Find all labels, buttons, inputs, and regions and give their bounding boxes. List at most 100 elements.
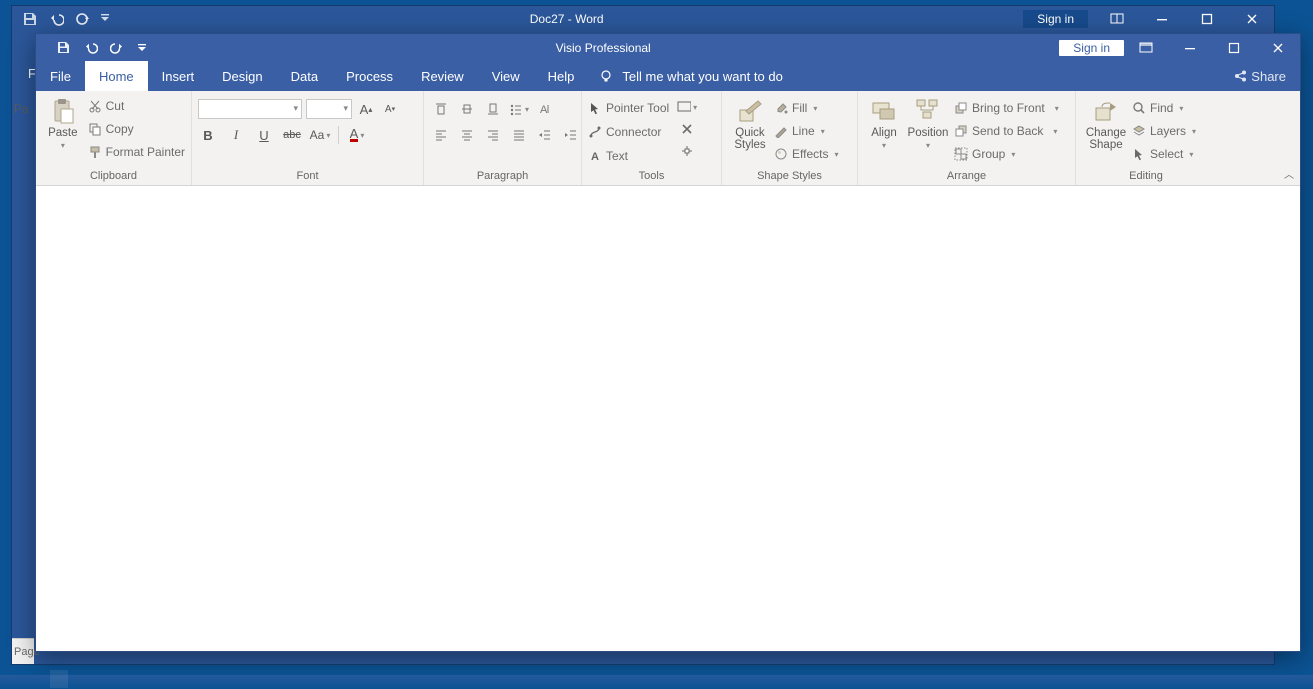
layers-button[interactable]: Layers	[1132, 120, 1196, 142]
tab-design[interactable]: Design	[208, 61, 276, 91]
justify-button[interactable]	[508, 125, 530, 145]
align-icon	[870, 97, 898, 125]
tab-review[interactable]: Review	[407, 61, 478, 91]
font-name-combo[interactable]: ▾	[198, 99, 302, 119]
taskbar-app-icon[interactable]	[50, 670, 68, 688]
paint-bucket-icon	[774, 101, 788, 115]
align-right-button[interactable]	[482, 125, 504, 145]
share-button[interactable]: Share	[1233, 69, 1300, 84]
send-to-back-button[interactable]: Send to Back▾	[954, 120, 1059, 142]
group-arrange-label: Arrange	[864, 170, 1069, 185]
ribbon-display-options-icon[interactable]	[1094, 6, 1139, 31]
tab-home[interactable]: Home	[85, 61, 148, 91]
copy-icon	[88, 122, 102, 136]
underline-button[interactable]: U	[254, 125, 274, 145]
align-top-button[interactable]	[430, 99, 452, 119]
paste-label: Paste	[48, 127, 77, 139]
minimize-icon[interactable]	[1168, 34, 1212, 61]
text-tool-button[interactable]: A Text	[588, 145, 669, 167]
save-icon[interactable]	[22, 11, 38, 27]
visio-sign-in-button[interactable]: Sign in	[1059, 40, 1124, 56]
tell-me-search[interactable]: Tell me what you want to do	[598, 68, 782, 84]
tab-data[interactable]: Data	[277, 61, 332, 91]
quick-styles-icon	[736, 97, 764, 125]
copy-button[interactable]: Copy	[88, 118, 185, 140]
tab-help[interactable]: Help	[534, 61, 589, 91]
change-shape-button[interactable]: Change Shape	[1082, 95, 1130, 151]
tab-file[interactable]: File	[36, 61, 85, 91]
layers-icon	[1132, 124, 1146, 138]
effects-icon	[774, 147, 788, 161]
bullets-button[interactable]	[508, 99, 530, 119]
group-font-label: Font	[198, 170, 417, 185]
delete-x-button[interactable]	[677, 119, 697, 139]
search-icon	[1132, 101, 1146, 115]
send-to-back-label: Send to Back	[972, 124, 1043, 138]
text-tool-label: Text	[606, 149, 628, 163]
effects-label: Effects	[792, 147, 828, 161]
position-icon	[914, 97, 942, 125]
customize-qat-icon[interactable]	[137, 41, 147, 55]
save-icon[interactable]	[56, 40, 71, 55]
layers-label: Layers	[1150, 124, 1186, 138]
tell-me-label: Tell me what you want to do	[622, 69, 782, 84]
collapse-ribbon-icon[interactable]: ︿	[1284, 166, 1294, 181]
word-statusbar-partial: Page	[12, 638, 34, 664]
decrease-indent-button[interactable]	[534, 125, 556, 145]
align-left-button[interactable]	[430, 125, 452, 145]
increase-indent-button[interactable]	[560, 125, 582, 145]
pen-icon	[774, 124, 788, 138]
fill-button[interactable]: Fill	[774, 97, 838, 119]
italic-button[interactable]: I	[226, 125, 246, 145]
align-middle-button[interactable]	[456, 99, 478, 119]
pointer-tool-button[interactable]: Pointer Tool	[588, 97, 669, 119]
minimize-icon[interactable]	[1139, 6, 1184, 31]
bold-button[interactable]: B	[198, 125, 218, 145]
connector-button[interactable]: Connector	[588, 121, 669, 143]
cut-button[interactable]: Cut	[88, 95, 185, 117]
undo-icon[interactable]	[83, 40, 98, 55]
quick-styles-button[interactable]: Quick Styles	[728, 95, 772, 151]
group-objects-button[interactable]: Group	[954, 143, 1059, 165]
paste-button[interactable]: Paste ▾	[42, 95, 84, 150]
tab-process[interactable]: Process	[332, 61, 407, 91]
group-arrange: Align▾ Position▾ Bring to Front▾ Send to…	[858, 91, 1076, 185]
select-button[interactable]: Select	[1132, 143, 1196, 165]
undo-icon[interactable]	[48, 11, 64, 27]
font-size-combo[interactable]: ▾	[306, 99, 352, 119]
rectangle-tool-button[interactable]	[677, 97, 697, 117]
align-button[interactable]: Align▾	[864, 95, 904, 150]
change-case-button[interactable]: Aa	[310, 125, 330, 145]
find-button[interactable]: Find	[1132, 97, 1196, 119]
line-button[interactable]: Line	[774, 120, 838, 142]
redo-icon[interactable]	[110, 40, 125, 55]
change-shape-label: Change Shape	[1086, 127, 1126, 151]
tab-insert[interactable]: Insert	[148, 61, 209, 91]
increase-font-size-button[interactable]: A▴	[356, 99, 376, 119]
connection-point-button[interactable]	[677, 141, 697, 161]
format-painter-button[interactable]: Format Painter	[88, 141, 185, 163]
close-icon[interactable]	[1256, 34, 1300, 61]
repeat-icon[interactable]	[74, 11, 90, 27]
font-color-button[interactable]: A	[347, 125, 367, 145]
drawing-canvas[interactable]	[36, 186, 1300, 651]
maximize-icon[interactable]	[1184, 6, 1229, 31]
position-button[interactable]: Position▾	[904, 95, 952, 150]
line-label: Line	[792, 124, 815, 138]
align-bottom-button[interactable]	[482, 99, 504, 119]
decrease-font-size-button[interactable]: A▾	[380, 99, 400, 119]
group-paragraph-label: Paragraph	[430, 170, 575, 185]
strikethrough-button[interactable]: abc	[282, 125, 302, 145]
bring-to-front-button[interactable]: Bring to Front▾	[954, 97, 1059, 119]
scissors-icon	[88, 99, 102, 113]
effects-button[interactable]: Effects	[774, 143, 838, 165]
maximize-icon[interactable]	[1212, 34, 1256, 61]
word-sign-in-button[interactable]: Sign in	[1023, 10, 1088, 28]
text-a-icon: A	[588, 149, 602, 163]
customize-qat-icon[interactable]	[100, 11, 110, 27]
text-direction-button[interactable]: A	[534, 99, 556, 119]
ribbon-display-options-icon[interactable]	[1124, 34, 1168, 61]
tab-view[interactable]: View	[478, 61, 534, 91]
close-icon[interactable]	[1229, 6, 1274, 31]
align-center-button[interactable]	[456, 125, 478, 145]
